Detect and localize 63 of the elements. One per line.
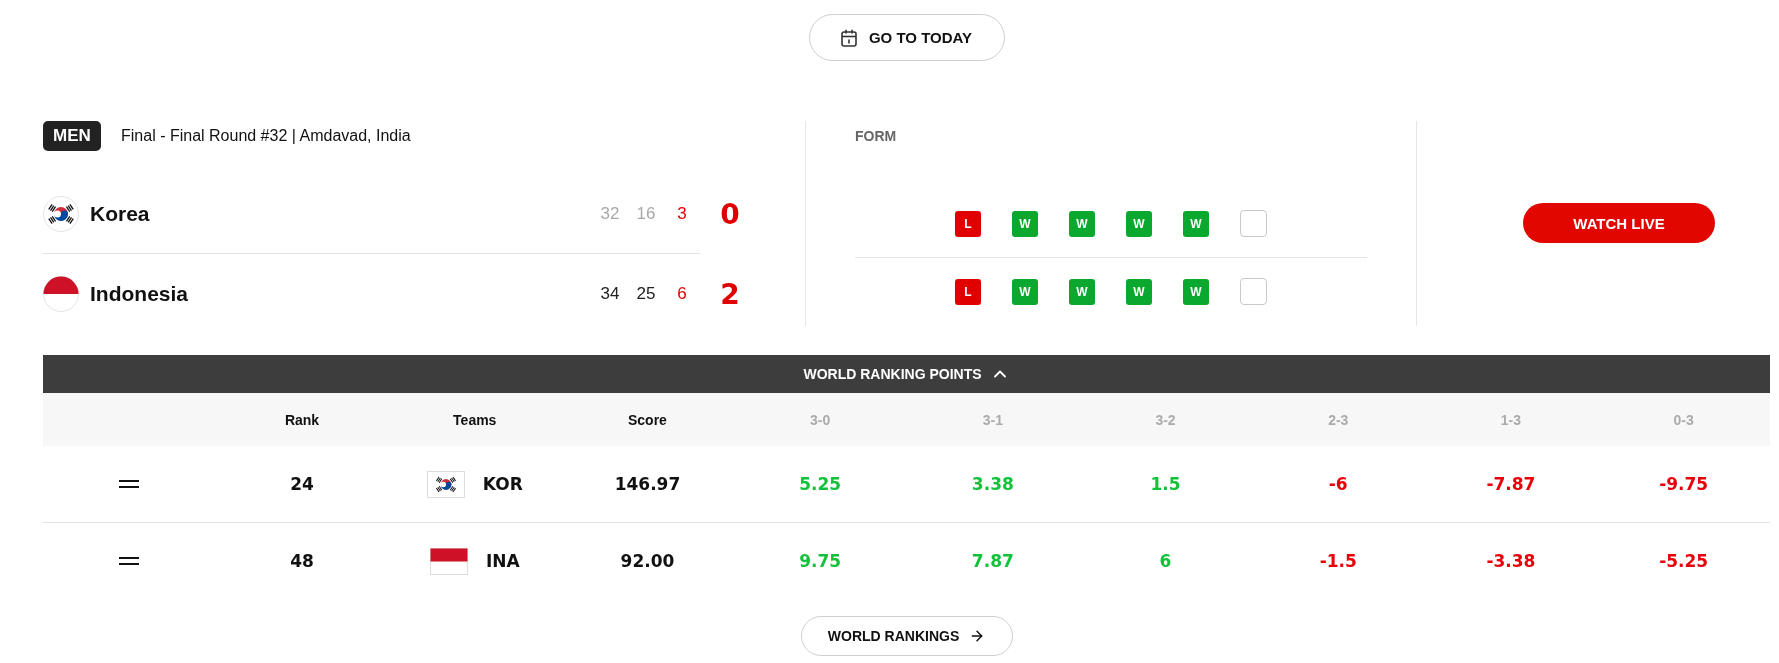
column-header: 3-0 bbox=[810, 411, 831, 428]
form-result-badge: W bbox=[1012, 210, 1038, 237]
match-info: Final - Final Round #32 | Amdavad, India bbox=[121, 127, 411, 145]
column-header: 3-1 bbox=[982, 411, 1003, 428]
column-header: Rank bbox=[284, 411, 320, 428]
points-cell: -9.75 bbox=[1659, 474, 1709, 494]
equals-icon bbox=[119, 557, 140, 565]
rank-cell: 24 bbox=[290, 474, 314, 494]
category-label: MEN bbox=[43, 121, 101, 151]
form-result-badge: W bbox=[1012, 278, 1038, 305]
set-score: 16 bbox=[635, 203, 657, 224]
points-cell: 7.87 bbox=[971, 551, 1014, 571]
set-score: 6 bbox=[676, 283, 688, 304]
world-rankings-button[interactable]: WORLD RANKINGS bbox=[800, 616, 1013, 656]
set-score: 32 bbox=[599, 203, 621, 224]
south-korea-flag-icon bbox=[43, 195, 79, 232]
points-cell: -3.38 bbox=[1486, 551, 1536, 571]
score-cell: 92.00 bbox=[620, 551, 675, 571]
form-result-badge: W bbox=[1126, 210, 1152, 237]
indonesia-flag-icon bbox=[43, 275, 79, 312]
column-header: 2-3 bbox=[1328, 411, 1349, 428]
points-cell: -1.5 bbox=[1319, 551, 1357, 571]
empty-square-icon bbox=[1240, 210, 1267, 237]
set-score: 25 bbox=[635, 283, 657, 304]
watch-live-button[interactable]: WATCH LIVE bbox=[1523, 203, 1715, 243]
set-score: 34 bbox=[599, 283, 621, 304]
form-result-badge: W bbox=[1183, 278, 1209, 305]
match-score: 0 bbox=[719, 197, 741, 231]
points-cell: 3.38 bbox=[971, 474, 1014, 494]
column-header: 1-3 bbox=[1500, 411, 1522, 428]
team-code: KOR bbox=[482, 474, 523, 494]
points-cell: -7.87 bbox=[1486, 474, 1536, 494]
rank-cell: 48 bbox=[290, 551, 314, 571]
form-result-badge: W bbox=[1069, 210, 1095, 237]
team-name: Korea bbox=[90, 201, 150, 226]
team-code: INA bbox=[485, 551, 520, 571]
points-cell: 5.25 bbox=[799, 474, 842, 494]
indonesia-flag-icon bbox=[429, 547, 468, 575]
empty-square-icon bbox=[1240, 278, 1267, 305]
form-result-badge: W bbox=[1183, 210, 1209, 237]
form-result-badge: W bbox=[1126, 278, 1152, 305]
south-korea-flag-icon bbox=[426, 470, 465, 498]
match-score: 2 bbox=[719, 277, 741, 311]
column-header: 0-3 bbox=[1673, 411, 1694, 428]
column-header: 3-2 bbox=[1155, 411, 1176, 428]
go-to-today-button[interactable]: GO TO TODAY bbox=[808, 14, 1005, 61]
score-cell: 146.97 bbox=[614, 474, 681, 494]
form-label: FORM bbox=[855, 127, 897, 146]
form-result-badge: L bbox=[955, 210, 981, 237]
column-header: Score bbox=[628, 411, 667, 428]
points-cell: -6 bbox=[1328, 474, 1348, 494]
set-score: 3 bbox=[676, 203, 688, 224]
team-name: Indonesia bbox=[90, 281, 189, 306]
calendar-icon bbox=[840, 28, 857, 47]
points-cell: 1.5 bbox=[1150, 474, 1181, 494]
ranking-points-toggle[interactable]: WORLD RANKING POINTS bbox=[43, 355, 1770, 393]
points-cell: 6 bbox=[1159, 551, 1172, 571]
form-result-badge: W bbox=[1069, 278, 1095, 305]
column-header: Teams bbox=[453, 411, 497, 428]
form-result-badge: L bbox=[955, 278, 981, 305]
points-cell: -5.25 bbox=[1659, 551, 1709, 571]
points-cell: 9.75 bbox=[799, 551, 842, 571]
equals-icon bbox=[119, 480, 140, 488]
